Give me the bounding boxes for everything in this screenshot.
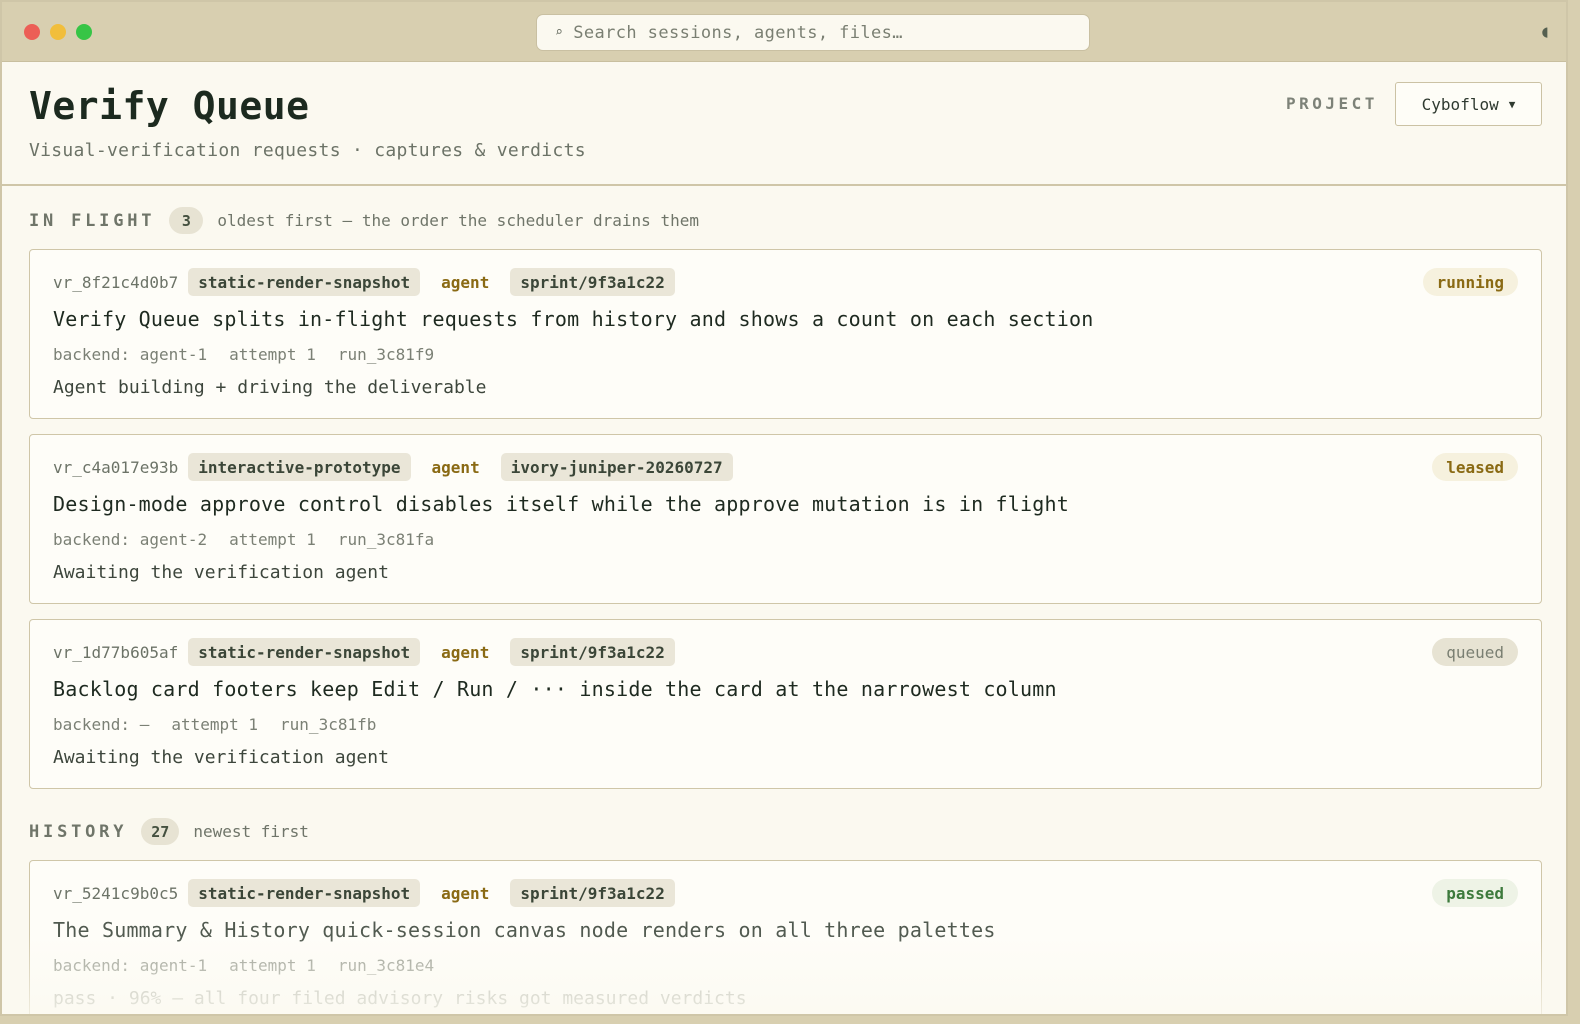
card-meta: backend: agent-2 attempt 1 run_3c81fa [53, 530, 434, 549]
backend-label: backend: agent-2 [53, 530, 208, 549]
kind-chip: static-render-snapshot [188, 268, 421, 296]
history-section-header: HISTORY 27 newest first [29, 818, 309, 845]
section-title: HISTORY [29, 821, 128, 842]
page-title: Verify Queue [29, 84, 310, 128]
request-id: vr_5241c9b0c5 [53, 883, 179, 903]
request-card[interactable]: vr_c4a017e93b interactive-prototype agen… [29, 434, 1542, 604]
card-meta: backend: agent-1 attempt 1 run_3c81f9 [53, 345, 434, 364]
app-window: ⌕ Search sessions, agents, files… ◖ Veri… [0, 0, 1568, 1016]
card-tags: vr_c4a017e93b interactive-prototype agen… [53, 453, 733, 481]
card-description: Awaiting the verification agent [53, 562, 389, 583]
title-bar: ⌕ Search sessions, agents, files… ◖ [2, 2, 1566, 62]
run-id: run_3c81e4 [337, 956, 435, 975]
run-id: run_3c81f9 [337, 345, 435, 364]
kind-chip: static-render-snapshot [188, 879, 421, 907]
card-title: Verify Queue splits in-flight requests f… [53, 307, 1094, 331]
section-title: IN FLIGHT [29, 210, 156, 231]
page-header: Verify Queue Visual-verification request… [2, 62, 1566, 186]
request-card[interactable]: vr_1d77b605af static-render-snapshot age… [29, 619, 1542, 789]
request-card[interactable]: vr_8f21c4d0b7 static-render-snapshot age… [29, 249, 1542, 419]
actor-label: agent [431, 457, 480, 477]
search-input[interactable]: ⌕ Search sessions, agents, files… [536, 14, 1090, 51]
card-meta: backend: — attempt 1 run_3c81fb [53, 715, 376, 734]
attempt-label: attempt 1 [171, 715, 259, 734]
card-title: Backlog card footers keep Edit / Run / ·… [53, 677, 1057, 701]
card-tags: vr_5241c9b0c5 static-render-snapshot age… [53, 879, 675, 907]
search-placeholder: Search sessions, agents, files… [573, 22, 903, 43]
card-description: Agent building + driving the deliverable [53, 377, 487, 398]
request-id: vr_1d77b605af [53, 642, 179, 662]
attempt-label: attempt 1 [229, 345, 316, 364]
card-title: Design-mode approve control disables its… [53, 492, 1070, 516]
minimize-window-button[interactable] [50, 24, 66, 40]
ref-chip: sprint/9f3a1c22 [510, 268, 675, 296]
project-select-value: Cyboflow [1421, 94, 1499, 114]
backend-label: backend: agent-1 [53, 345, 208, 364]
kind-chip: interactive-prototype [188, 453, 411, 481]
section-note: newest first [193, 822, 309, 841]
project-label: PROJECT [1286, 94, 1378, 113]
ref-chip: sprint/9f3a1c22 [510, 638, 675, 666]
backend-label: backend: agent-1 [53, 956, 208, 975]
card-description: Awaiting the verification agent [53, 747, 389, 768]
zoom-window-button[interactable] [76, 24, 92, 40]
page-subtitle: Visual-verification requests · captures … [29, 140, 586, 161]
card-meta: backend: agent-1 attempt 1 run_3c81e4 [53, 956, 434, 975]
attempt-label: attempt 1 [229, 956, 316, 975]
theme-toggle-icon[interactable]: ◖ [1540, 22, 1550, 42]
request-id: vr_c4a017e93b [53, 457, 179, 477]
run-id: run_3c81fa [337, 530, 435, 549]
actor-label: agent [441, 642, 490, 662]
section-count-badge: 27 [141, 818, 180, 845]
request-id: vr_8f21c4d0b7 [53, 272, 179, 292]
kind-chip: static-render-snapshot [188, 638, 421, 666]
actor-label: agent [441, 272, 490, 292]
actor-label: agent [441, 883, 490, 903]
ref-chip: ivory-juniper-20260727 [500, 453, 733, 481]
card-tags: vr_8f21c4d0b7 static-render-snapshot age… [53, 268, 675, 296]
run-id: run_3c81fb [280, 715, 377, 734]
card-description: pass · 96% — all four filed advisory ris… [53, 988, 747, 1009]
request-card[interactable]: vr_5241c9b0c5 static-render-snapshot age… [29, 860, 1542, 1014]
card-tags: vr_1d77b605af static-render-snapshot age… [53, 638, 675, 666]
in-flight-section-header: IN FLIGHT 3 oldest first — the order the… [29, 207, 699, 234]
close-window-button[interactable] [24, 24, 40, 40]
status-badge: leased [1432, 453, 1518, 481]
chevron-down-icon: ▼ [1508, 97, 1516, 111]
status-badge: passed [1432, 879, 1518, 907]
section-count-badge: 3 [169, 207, 204, 234]
card-title: The Summary & History quick-session canv… [53, 918, 996, 942]
ref-chip: sprint/9f3a1c22 [510, 879, 675, 907]
status-badge: queued [1432, 638, 1518, 666]
section-note: oldest first — the order the scheduler d… [217, 211, 699, 230]
attempt-label: attempt 1 [229, 530, 316, 549]
status-badge: running [1422, 268, 1518, 296]
backend-label: backend: — [53, 715, 150, 734]
search-icon: ⌕ [555, 25, 564, 40]
project-select[interactable]: Cyboflow ▼ [1395, 82, 1542, 126]
